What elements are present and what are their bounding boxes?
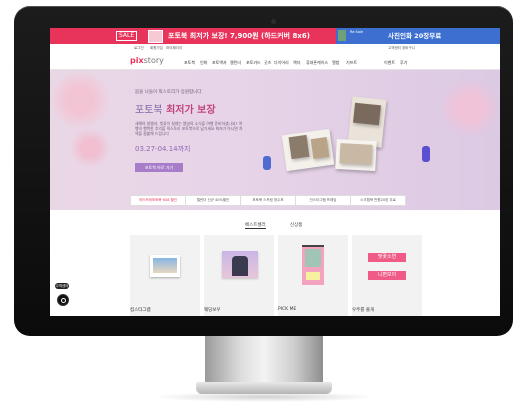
nav-item-acrylic[interactable]: 액자 — [293, 60, 300, 66]
nav-item-diary[interactable]: 다이어리 — [274, 60, 289, 66]
hero-title: 포토북 최저가 보장 — [135, 105, 216, 116]
secondary-promo-small: Re:Sale — [350, 30, 364, 34]
photobook-cta-button[interactable]: 포토북 바로 가기 — [135, 163, 183, 172]
promo-text[interactable]: 포토북 최저가 보장! 7,900원 (하드커버 8x6) — [168, 31, 310, 41]
product-label[interactable]: 컴스타그램 — [130, 307, 151, 313]
calendar-grid — [306, 272, 320, 280]
secondary-promo-image — [338, 30, 346, 41]
nav-event[interactable]: 이벤트 — [384, 60, 395, 66]
product-label[interactable]: PICK ME — [278, 307, 296, 312]
product-label[interactable]: 웨딩보우 — [204, 307, 221, 313]
nav-item-calendar[interactable]: 캘린더 — [230, 60, 241, 66]
nav-item-photobook[interactable]: 포토북 — [184, 60, 195, 66]
nav-item-print[interactable]: 인화 — [200, 60, 207, 66]
photobook-thumbnail — [148, 30, 163, 43]
photo-in-open-book — [339, 143, 373, 165]
util-link-login[interactable]: 로그인 — [134, 46, 144, 51]
nav-item-album[interactable]: 앨범 — [332, 60, 339, 66]
util-link-mypage[interactable]: 마이페이지 — [166, 46, 182, 51]
nav-item-photocard[interactable]: 포토카드 — [246, 60, 261, 66]
tab-new[interactable]: 신상품 — [290, 222, 302, 228]
nav-review[interactable]: 후기 — [400, 60, 407, 66]
promo-tab-calendar[interactable]: 캘린더 신규 40%할인 — [185, 195, 241, 206]
util-link-cart[interactable]: 장바구니 — [402, 46, 415, 51]
person-figure — [422, 146, 430, 162]
promo-tab-instagram[interactable]: 인스타그램 프레임 — [295, 195, 351, 206]
blossom-decoration — [440, 78, 500, 138]
customer-center-label: 고객센터 — [55, 283, 69, 289]
webcam-dot — [271, 19, 276, 24]
site-logo[interactable]: pixstory — [130, 56, 164, 65]
hero-date: 03.27-04.14까지 — [135, 145, 191, 153]
blossom-decoration — [50, 70, 110, 130]
hero-description: 새해의 설렘과, 벚꽃이 설레는 봄날의 소식을 여행 준비하셨나요? 여행의 … — [135, 121, 243, 136]
monitor-bezel: SALE 포토북 최저가 보장! 7,900원 (하드커버 8x6) Re:Sa… — [14, 6, 513, 336]
calendar-photo — [305, 249, 321, 267]
hero-subtitle: 봄을 나들이 픽스토리가 응원합니다 — [135, 90, 202, 95]
product-label[interactable]: 우주를 줄게 — [352, 307, 374, 313]
product-overlay-subtitle: 니편보이 — [368, 271, 406, 280]
photo-in-book — [310, 136, 330, 160]
nav-item-phonecase[interactable]: 휴대폰케이스 — [306, 60, 328, 66]
nav-item-gift[interactable]: 기프트 — [346, 60, 357, 66]
sale-badge: SALE — [116, 31, 138, 41]
person-figure — [263, 156, 271, 170]
product-overlay-title: 벚꽃소연 — [368, 253, 406, 262]
couple-photo — [232, 256, 248, 276]
monitor-stand-base — [196, 382, 332, 394]
photo-on-cover — [353, 102, 381, 126]
promo-tab-spring[interactable]: 포토북 스프링 방수포 — [240, 195, 296, 206]
chat-icon[interactable] — [57, 294, 69, 306]
hero-banner[interactable] — [50, 70, 500, 210]
promo-tab-scrapbook[interactable]: 스크랩북 만원20장 무료 — [350, 195, 406, 206]
screen: SALE 포토북 최저가 보장! 7,900원 (하드커버 8x6) Re:Sa… — [50, 28, 500, 316]
monitor-stand-neck — [205, 336, 323, 382]
product-photo — [153, 258, 177, 273]
photo-in-book — [288, 134, 310, 160]
tab-bestseller[interactable]: 베스트셀러 — [245, 222, 266, 229]
blossom-decoration — [70, 128, 110, 168]
nav-item-frame[interactable]: 포토액자 — [212, 60, 227, 66]
util-link-support[interactable]: 고객센터 — [388, 46, 401, 51]
secondary-promo-text[interactable]: 사진인화 20장무료 — [388, 31, 441, 41]
util-link-join[interactable]: 회원가입 — [150, 46, 163, 51]
nav-item-goods[interactable]: 굿즈 — [264, 60, 271, 66]
promo-tab-hardcover[interactable]: 하드커버포토북 6X8 할인 — [130, 195, 186, 206]
